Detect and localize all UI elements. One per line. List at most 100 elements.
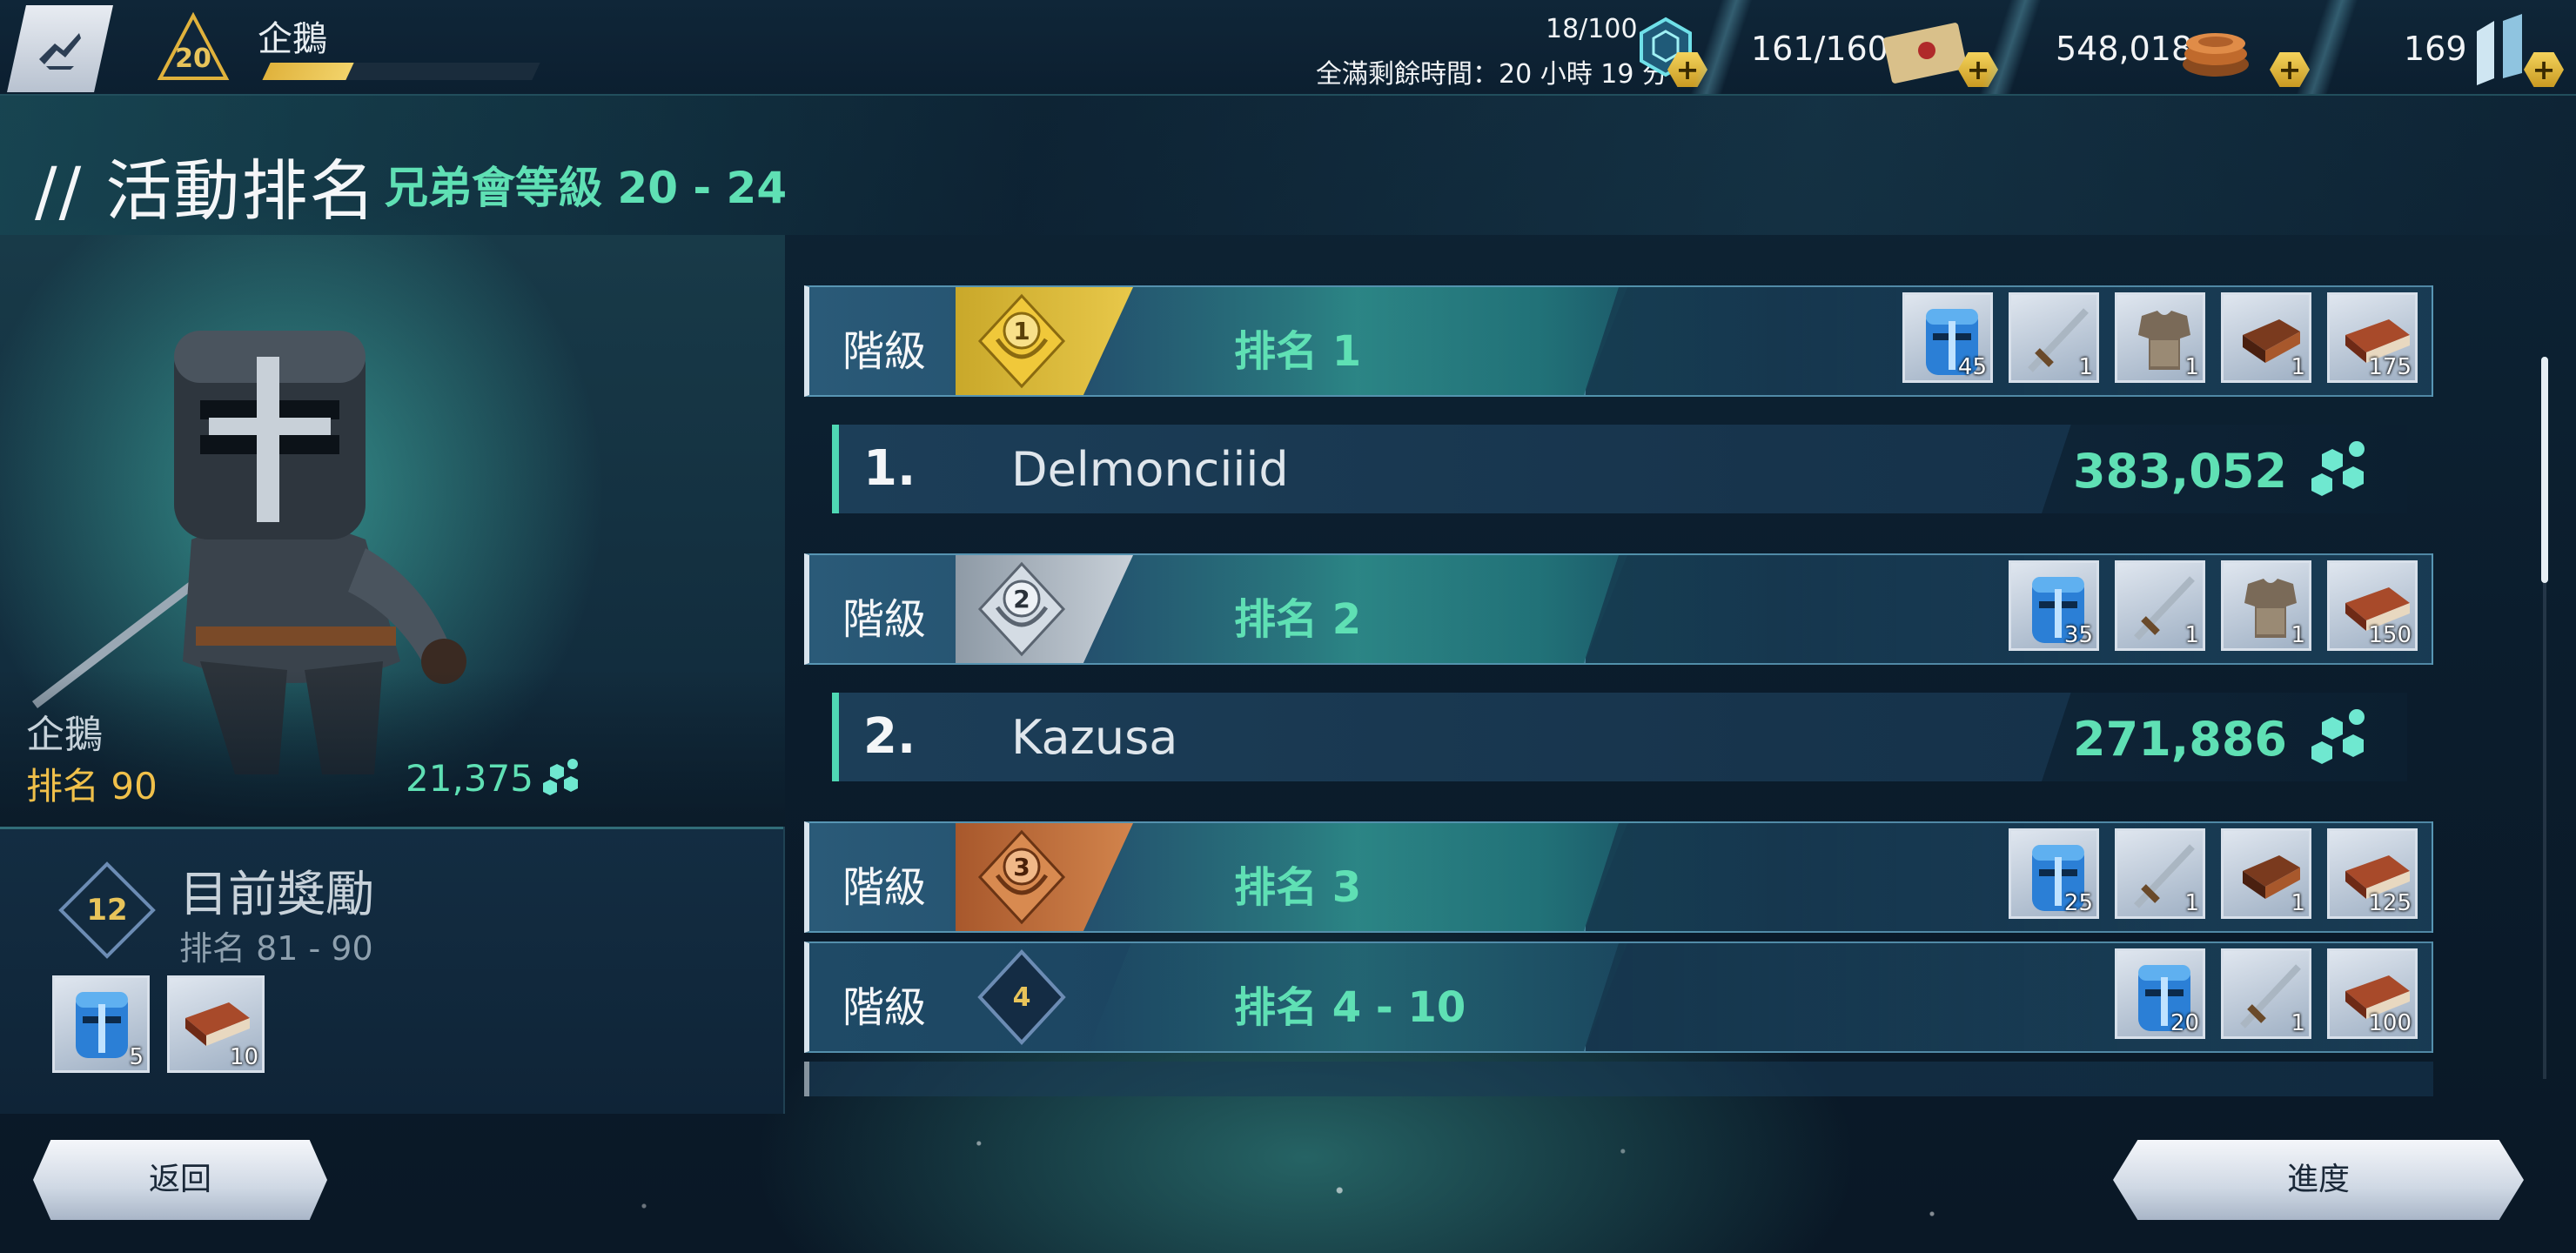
tier-rank-label: 排名 2	[1234, 595, 1362, 644]
reward-qty: 1	[2291, 890, 2305, 916]
reward-item-sword[interactable]: 1	[2115, 828, 2205, 919]
reward-qty: 100	[2368, 1010, 2412, 1036]
reward-item-book[interactable]: 125	[2327, 828, 2418, 919]
diamond-tier-icon: 4	[977, 949, 1066, 1045]
reward-item-helmet[interactable]: 25	[2009, 828, 2099, 919]
reward-qty: 1	[2291, 354, 2305, 380]
current-reward-title: 目前獎勵	[179, 867, 374, 923]
player-panel: 企鵝 排名 90 21,375 12 目前獎勵 排名 81 - 90 5 10	[0, 235, 785, 1114]
medal-number: 2	[1013, 585, 1030, 613]
divider	[1690, 0, 1753, 94]
reward-item-armor[interactable]: 1	[2221, 560, 2311, 651]
energy-value: 18/100	[1546, 14, 1638, 44]
back-button[interactable]: 返回	[33, 1140, 327, 1220]
player-level: 20	[175, 43, 211, 74]
reward-item-book[interactable]: 100	[2327, 948, 2418, 1039]
current-tier-number: 12	[86, 893, 128, 928]
reward-qty: 25	[2063, 890, 2093, 916]
bronze-trophy-icon: 3	[977, 829, 1066, 925]
reward-item-helmet[interactable]: 45	[1902, 292, 1993, 383]
tier-row-3[interactable]: 階級 3 排名 3 25 1 1 125	[804, 821, 2433, 933]
xp-bar-fill	[262, 63, 354, 80]
player-position: 2.	[863, 708, 916, 765]
reward-qty: 125	[2368, 890, 2412, 916]
reward-item-helmet[interactable]: 20	[2115, 948, 2205, 1039]
tier-rank-label: 排名 1	[1234, 327, 1362, 376]
reward-qty: 20	[2170, 1010, 2199, 1036]
player-card-name: 企鵝	[26, 713, 103, 757]
reward-item-sword[interactable]: 1	[2009, 292, 2099, 383]
tier-label: 階級	[842, 983, 927, 1032]
player-score: 383,052	[2073, 444, 2287, 499]
reward-qty: 1	[2078, 354, 2093, 380]
reward-item-sword[interactable]: 1	[2221, 948, 2311, 1039]
reward-qty: 175	[2368, 354, 2412, 380]
tier-row-partial	[804, 1062, 2433, 1096]
divider	[1979, 0, 2042, 94]
tier-row-4[interactable]: 階級 4 排名 4 - 10 20 1 100	[804, 941, 2433, 1053]
player-name: Delmonciiid	[1011, 442, 1289, 497]
reward-qty: 1	[2184, 622, 2199, 648]
energy-refill-text: 全滿剩餘時間：20 小時 19 分	[1316, 59, 1668, 90]
tier-row-2[interactable]: 階級 2 排名 2 35 1 1 150	[804, 553, 2433, 665]
current-reward-range: 排名 81 - 90	[179, 929, 373, 968]
ranking-list[interactable]: 階級 1 排名 1 45 1 1 1 175 1. Delmonciiid 383,05…	[785, 261, 2526, 1096]
tier-label: 階級	[842, 595, 927, 644]
reward-item-book[interactable]: 150	[2327, 560, 2418, 651]
hex-score-icon	[2311, 709, 2365, 764]
silver-trophy-icon: 2	[977, 561, 1066, 657]
reward-item-helmet[interactable]: 35	[2009, 560, 2099, 651]
reward-item-sword[interactable]: 1	[2115, 560, 2205, 651]
player-row-1[interactable]: 1. Delmonciiid 383,052	[832, 425, 2407, 513]
reward-qty: 150	[2368, 622, 2412, 648]
reward-item-bracer[interactable]: 1	[2221, 292, 2311, 383]
page-subtitle: 兄弟會等級 20 - 24	[385, 163, 788, 213]
current-reward-box: 12 目前獎勵 排名 81 - 90 5 10	[0, 827, 783, 1114]
medal-number: 1	[1013, 317, 1030, 345]
progress-button[interactable]: 進度	[2113, 1140, 2524, 1220]
reward-item-armor[interactable]: 1	[2115, 292, 2205, 383]
tier-rank-label: 排名 3	[1234, 863, 1362, 912]
letters-value: 161/160	[1751, 30, 1888, 68]
reward-qty: 35	[2063, 622, 2093, 648]
reward-qty: 5	[129, 1044, 144, 1070]
divider	[2296, 0, 2358, 94]
medal-number: 3	[1013, 853, 1030, 881]
hex-score-icon	[543, 759, 578, 795]
player-level-badge: 20	[157, 12, 230, 85]
helix-value: 169	[2404, 30, 2467, 68]
tier-row-1[interactable]: 階級 1 排名 1 45 1 1 1 175	[804, 285, 2433, 397]
coins-icon	[2183, 33, 2249, 77]
helix-crystal-icon	[2477, 14, 2522, 85]
reward-qty: 1	[2184, 890, 2199, 916]
xp-bar	[262, 63, 540, 80]
player-name: 企鵝	[258, 19, 327, 59]
reward-qty: 1	[2184, 354, 2199, 380]
tier-label: 階級	[842, 863, 927, 912]
hex-score-icon	[2311, 441, 2365, 496]
player-row-2[interactable]: 2. Kazusa 271,886	[832, 693, 2407, 781]
reward-qty: 1	[2291, 622, 2305, 648]
reward-item-book[interactable]: 175	[2327, 292, 2418, 383]
player-card-score: 21,375	[406, 757, 533, 800]
player-name: Kazusa	[1011, 710, 1178, 765]
player-card-rank: 排名 90	[26, 765, 158, 807]
coins-value: 548,018	[2056, 30, 2193, 68]
reward-item-book[interactable]: 10	[167, 975, 265, 1073]
reward-item-helmet[interactable]: 5	[52, 975, 150, 1073]
reward-qty: 10	[229, 1044, 258, 1070]
menu-button[interactable]	[7, 5, 113, 92]
page-title: // 活動排名	[35, 152, 378, 230]
scrollbar-thumb[interactable]	[2541, 357, 2548, 583]
reward-item-bracer[interactable]: 1	[2221, 828, 2311, 919]
letter-icon	[1883, 23, 1967, 84]
medal-number: 4	[1013, 982, 1031, 1013]
map-eagle-icon	[39, 33, 81, 70]
current-tier-badge: 12	[57, 861, 157, 960]
player-score: 271,886	[2073, 712, 2287, 767]
gold-trophy-icon: 1	[977, 293, 1066, 389]
reward-qty: 1	[2291, 1010, 2305, 1036]
tier-label: 階級	[842, 327, 927, 376]
player-position: 1.	[863, 440, 916, 497]
top-bar: 20 企鵝 18/100 全滿剩餘時間：20 小時 19 分 + 161/160…	[0, 0, 2576, 96]
